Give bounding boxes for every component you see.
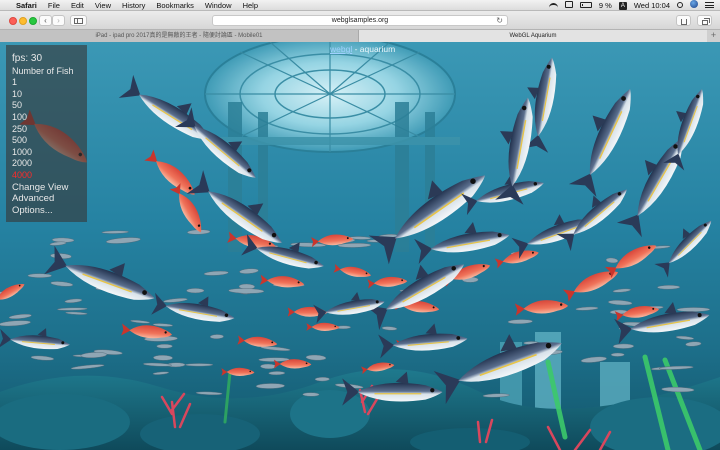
menu-edit[interactable]: Edit: [71, 1, 84, 10]
fish-count-option-4000-selected[interactable]: 4000: [12, 170, 87, 182]
sardine: [186, 288, 205, 294]
menu-history[interactable]: History: [122, 1, 145, 10]
sardine: [255, 383, 285, 389]
advanced-button[interactable]: Advanced: [12, 193, 87, 205]
fish-count-option-250[interactable]: 250: [12, 124, 87, 136]
sardine: [610, 352, 625, 357]
user-avatar-icon[interactable]: [690, 0, 698, 10]
menu-file[interactable]: File: [48, 1, 60, 10]
tab-bar: iPad - ipad pro 2017真的是無敵的王者 - 隨便討論區 - M…: [0, 30, 720, 42]
fish-count-option-50[interactable]: 50: [12, 100, 87, 112]
change-view-button[interactable]: Change View: [12, 182, 87, 194]
sardine: [657, 285, 681, 290]
menu-window[interactable]: Window: [205, 1, 232, 10]
menu-help[interactable]: Help: [243, 1, 258, 10]
fish-count-option-10[interactable]: 10: [12, 89, 87, 101]
reload-icon[interactable]: ↻: [496, 16, 503, 26]
minimize-window-button[interactable]: [19, 17, 27, 25]
notification-center-icon[interactable]: [705, 1, 714, 10]
sardine: [209, 334, 224, 339]
menu-app-safari[interactable]: Safari: [16, 1, 37, 10]
webgl-aquarium-canvas[interactable]: webgl - aquarium fps: 30 Number of Fish …: [0, 42, 720, 450]
back-button[interactable]: ‹: [39, 15, 52, 26]
forward-button[interactable]: ›: [52, 15, 65, 26]
browser-toolbar: ‹ › webglsamples.org ↻: [0, 11, 720, 30]
fps-counter: fps: 30: [12, 53, 43, 64]
page-title: webgl - aquarium: [330, 44, 395, 54]
clock[interactable]: Wed 10:04: [634, 1, 670, 10]
address-bar-url: webglsamples.org: [331, 17, 389, 24]
options-button[interactable]: Options...: [12, 205, 87, 217]
wifi-icon[interactable]: [548, 1, 558, 10]
fish-count-option-500[interactable]: 500: [12, 135, 87, 147]
tab-mobile01[interactable]: iPad - ipad pro 2017真的是無敵的王者 - 隨便討論區 - M…: [0, 30, 359, 42]
sardine: [185, 363, 214, 367]
fish-count-option-1000[interactable]: 1000: [12, 147, 87, 159]
sardine: [153, 355, 173, 361]
sardine: [676, 307, 711, 312]
menu-bar: Safari File Edit View History Bookmarks …: [0, 0, 720, 11]
spotlight-search-icon[interactable]: [677, 1, 683, 10]
address-bar[interactable]: webglsamples.org ↻: [212, 15, 508, 26]
battery-icon[interactable]: [579, 1, 592, 10]
control-panel: fps: 30 Number of Fish 1 10 50 100 250 5…: [6, 45, 87, 222]
menu-view[interactable]: View: [95, 1, 111, 10]
sardine: [27, 273, 52, 278]
number-of-fish-label: Number of Fish: [12, 65, 74, 76]
battery-percent[interactable]: 9 %: [599, 1, 612, 10]
fish-count-option-1[interactable]: 1: [12, 77, 87, 89]
sardine: [156, 343, 173, 349]
sidebar-toggle-icon[interactable]: [70, 15, 87, 26]
airplay-icon[interactable]: [564, 0, 573, 10]
aquarium-scene: [0, 42, 720, 450]
new-tab-button[interactable]: +: [707, 30, 720, 42]
fish-count-option-100[interactable]: 100: [12, 112, 87, 124]
sardine: [613, 343, 634, 349]
zoom-window-button[interactable]: [29, 17, 37, 25]
glass-dome: [204, 42, 456, 153]
sardine: [302, 392, 320, 397]
show-tabs-icon[interactable]: [697, 15, 712, 26]
close-window-button[interactable]: [9, 17, 17, 25]
sardine: [314, 377, 330, 382]
tab-webgl-aquarium[interactable]: WebGL Aquarium: [359, 30, 707, 42]
status-area: 9 % A Wed 10:04: [548, 0, 720, 10]
webgl-link[interactable]: webgl: [330, 44, 352, 54]
menu-bookmarks[interactable]: Bookmarks: [156, 1, 194, 10]
sardine: [268, 371, 286, 376]
fish-count-option-2000[interactable]: 2000: [12, 158, 87, 170]
page-title-text: - aquarium: [352, 44, 396, 54]
input-source-icon[interactable]: A: [618, 0, 627, 10]
share-icon[interactable]: [676, 15, 691, 26]
